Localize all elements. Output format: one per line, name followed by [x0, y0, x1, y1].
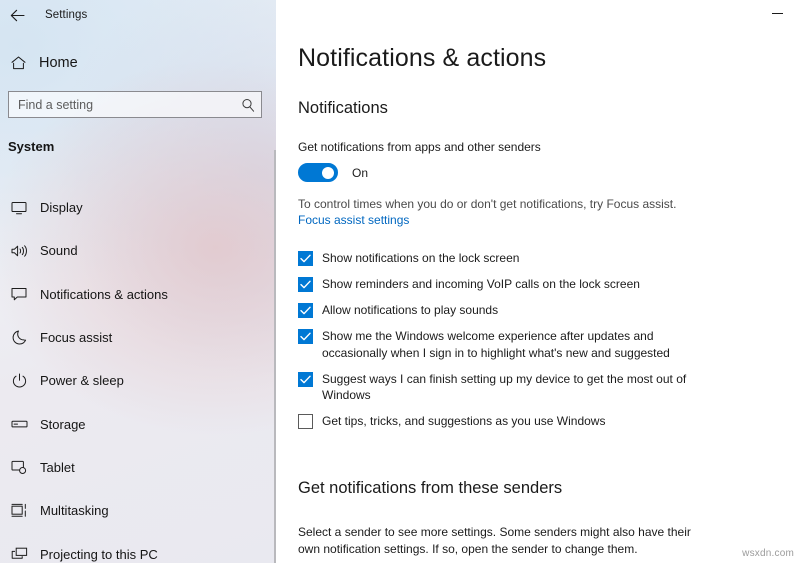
checkbox-row[interactable]: Get tips, tricks, and suggestions as you… — [298, 413, 718, 430]
focus-assist-settings-link[interactable]: Focus assist settings — [298, 213, 409, 227]
search-box[interactable] — [8, 91, 262, 118]
storage-drive-icon — [4, 419, 34, 429]
notification-bubble-icon — [4, 287, 34, 301]
setting-label-get-notifications: Get notifications from apps and other se… — [298, 140, 541, 154]
notification-options-list: Show notifications on the lock screen Sh… — [298, 250, 718, 439]
power-icon — [4, 373, 34, 388]
sidebar-item-label: Display — [40, 200, 83, 216]
checkbox-row[interactable]: Show notifications on the lock screen — [298, 250, 718, 267]
sidebar-item-tablet[interactable]: Tablet — [0, 446, 274, 489]
checkbox-row[interactable]: Suggest ways I can finish setting up my … — [298, 371, 718, 404]
sidebar-item-label: Multitasking — [40, 503, 109, 519]
sidebar-item-notifications-actions[interactable]: Notifications & actions — [0, 273, 274, 316]
speaker-icon — [4, 244, 34, 258]
sidebar-item-label: Notifications & actions — [40, 286, 168, 302]
title-bar: Settings — [0, 0, 276, 30]
monitor-icon — [4, 201, 34, 215]
checkbox-reminders-voip-lock-screen[interactable] — [298, 277, 313, 292]
settings-window: Settings Home System — [0, 0, 800, 563]
sidebar-item-label-home: Home — [39, 55, 78, 71]
sidebar-item-multitasking[interactable]: Multitasking — [0, 489, 274, 532]
section-heading-senders: Get notifications from these senders — [298, 479, 563, 497]
checkbox-row[interactable]: Allow notifications to play sounds — [298, 302, 718, 319]
sidebar-item-power-sleep[interactable]: Power & sleep — [0, 359, 274, 402]
home-icon — [2, 56, 34, 70]
checkbox-lock-screen-notifications[interactable] — [298, 251, 313, 266]
checkbox-row[interactable]: Show me the Windows welcome experience a… — [298, 328, 718, 361]
app-title: Settings — [45, 9, 88, 21]
search-input[interactable] — [9, 92, 235, 117]
checkbox-suggest-finish-setup[interactable] — [298, 371, 313, 387]
sidebar-item-label: Projecting to this PC — [40, 546, 158, 562]
checkbox-label: Show reminders and incoming VoIP calls o… — [322, 277, 640, 291]
notifications-toggle[interactable] — [298, 163, 338, 182]
tablet-icon — [4, 460, 34, 475]
minimize-icon — [771, 12, 783, 14]
minimize-button[interactable] — [754, 0, 800, 26]
sidebar: Settings Home System — [0, 0, 276, 563]
projecting-icon — [4, 547, 34, 561]
page-title: Notifications & actions — [298, 44, 547, 72]
section-heading-notifications: Notifications — [298, 99, 388, 117]
sidebar-nav-list: Display Sound Notifications & actions Fo… — [0, 186, 274, 563]
checkbox-label: Suggest ways I can finish setting up my … — [322, 371, 687, 403]
main-content: Notifications & actions Notifications Ge… — [276, 0, 800, 563]
checkbox-label: Allow notifications to play sounds — [322, 303, 499, 317]
checkbox-row[interactable]: Show reminders and incoming VoIP calls o… — [298, 276, 718, 293]
checkbox-label: Show notifications on the lock screen — [322, 251, 520, 265]
sidebar-item-label: Focus assist — [40, 330, 113, 346]
checkbox-welcome-experience[interactable] — [298, 329, 313, 344]
sidebar-item-projecting-to-this-pc[interactable]: Projecting to this PC — [0, 532, 274, 563]
checkbox-label: Get tips, tricks, and suggestions as you… — [322, 414, 606, 428]
moon-icon — [4, 330, 34, 345]
checkbox-label: Show me the Windows welcome experience a… — [322, 329, 670, 360]
toggle-knob — [322, 166, 334, 179]
sidebar-item-storage[interactable]: Storage — [0, 402, 274, 445]
sidebar-item-home[interactable]: Home — [0, 49, 276, 77]
search-icon[interactable] — [235, 98, 261, 112]
back-arrow-icon[interactable] — [0, 1, 34, 29]
watermark: wsxdn.com — [742, 548, 794, 559]
sidebar-item-label: Storage — [40, 416, 86, 432]
sidebar-item-label: Power & sleep — [40, 373, 124, 389]
sidebar-item-sound[interactable]: Sound — [0, 229, 274, 272]
multitasking-icon — [4, 503, 34, 518]
checkbox-allow-sounds[interactable] — [298, 303, 313, 318]
toggle-state-label: On — [352, 165, 369, 180]
sidebar-item-focus-assist[interactable]: Focus assist — [0, 316, 274, 359]
checkbox-tips-tricks[interactable] — [298, 414, 313, 429]
focus-assist-hint: To control times when you do or don't ge… — [298, 197, 677, 211]
sidebar-item-label: Sound — [40, 243, 78, 259]
notifications-toggle-row: On — [298, 163, 368, 182]
sidebar-group-header: System — [8, 139, 55, 154]
sidebar-item-label: Tablet — [40, 459, 75, 475]
sidebar-item-display[interactable]: Display — [0, 186, 274, 229]
senders-description: Select a sender to see more settings. So… — [298, 525, 691, 556]
